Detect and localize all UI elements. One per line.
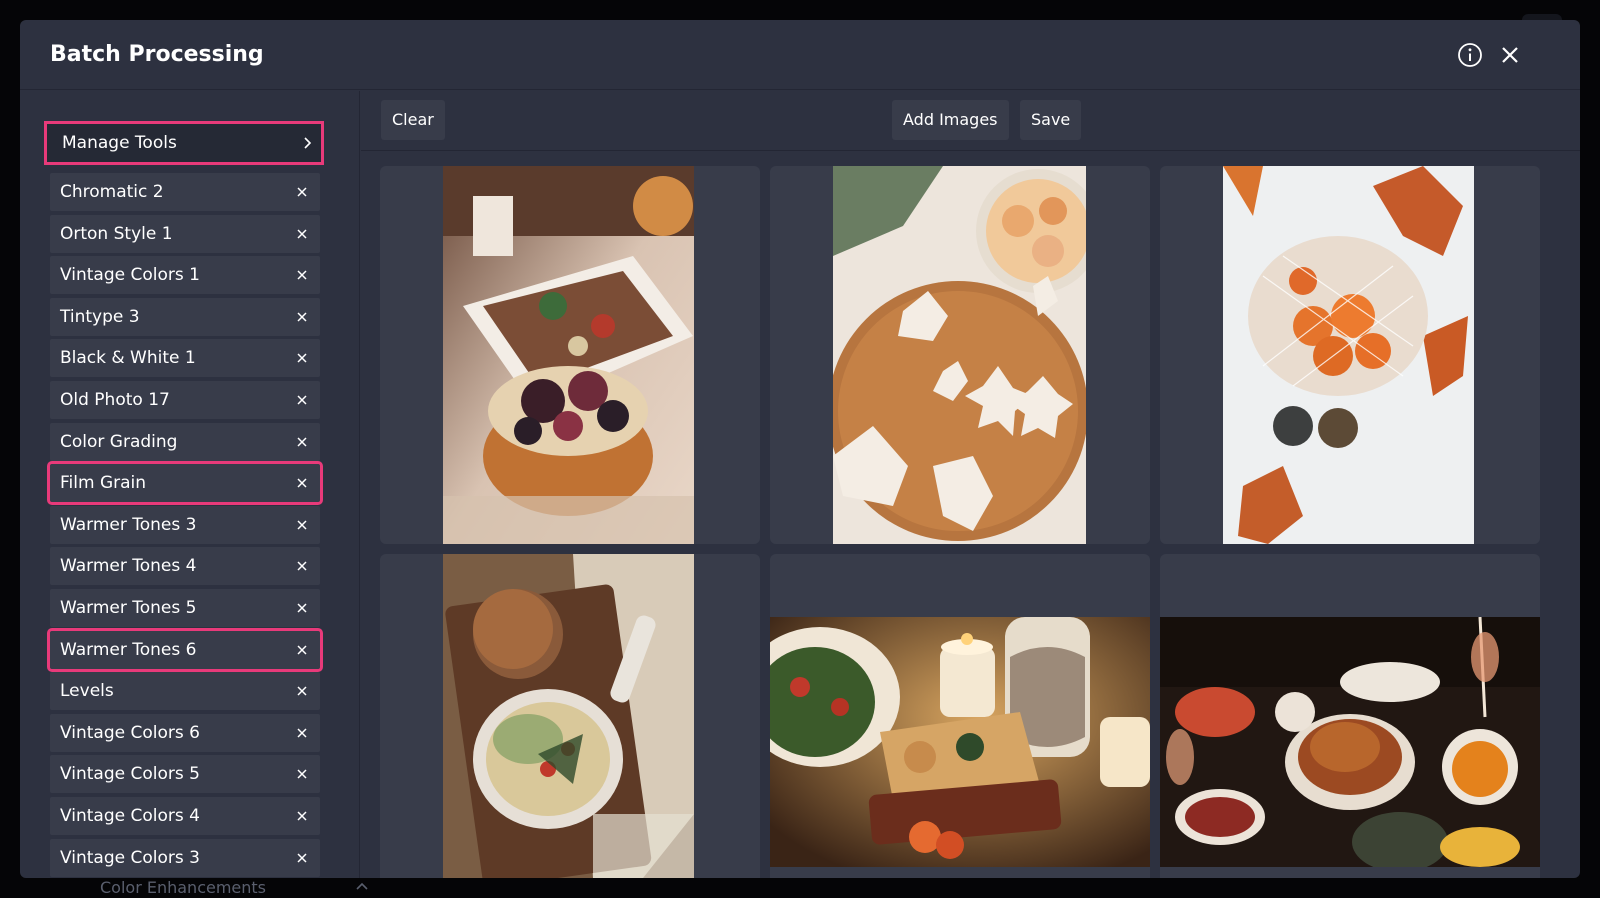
tool-item[interactable]: Vintage Colors 1 [50,256,320,295]
tool-item[interactable]: Warmer Tones 6 [47,627,323,672]
candlelit-dinner-photo [770,617,1150,867]
tool-item-label: Vintage Colors 5 [60,764,200,785]
tool-item[interactable]: Old Photo 17 [50,381,320,419]
tool-item-label: Warmer Tones 5 [60,598,197,618]
tool-item[interactable]: Warmer Tones 5 [50,589,320,627]
tool-item[interactable]: Vintage Colors 5 [50,755,320,794]
main-panel: Clear Add Images Save [361,91,1580,878]
toolbar: Clear Add Images Save [361,91,1580,151]
chevron-right-icon [304,137,312,149]
tool-item-label: Warmer Tones 6 [60,639,197,660]
remove-tool-icon[interactable] [296,394,308,406]
tangerines-in-snow-photo [1223,166,1474,544]
image-card[interactable] [770,166,1150,544]
remove-tool-icon[interactable] [296,810,308,822]
modal-title: Batch Processing [50,42,264,67]
tool-item[interactable]: Vintage Colors 4 [50,797,320,835]
remove-tool-icon[interactable] [296,228,308,240]
tool-item-label: Warmer Tones 4 [60,556,197,577]
tool-item-label: Warmer Tones 3 [60,514,197,535]
fig-dessert-table-photo [443,166,694,544]
roast-chicken-feast-photo [1160,617,1540,867]
tool-item-label: Black & White 1 [60,348,196,369]
tool-item[interactable]: Chromatic 2 [50,173,320,211]
tool-item-label: Vintage Colors 4 [60,806,200,826]
remove-tool-icon[interactable] [296,352,308,364]
batch-processing-modal: Batch Processing Chromatic 2 Orton Style … [20,20,1580,878]
tool-item[interactable]: Orton Style 1 [50,214,320,253]
tool-item-label: Vintage Colors 6 [60,722,200,743]
tool-item-label: Orton Style 1 [60,223,173,244]
remove-tool-icon[interactable] [296,644,308,656]
tool-item[interactable]: Film Grain [47,461,323,506]
tool-item-label: Vintage Colors 3 [60,847,200,868]
tool-item-label: Tintype 3 [60,306,140,327]
tools-sidebar: Chromatic 2 Orton Style 1 Vintage Colors 1… [20,91,360,878]
tool-item-label: Film Grain [60,473,147,494]
remove-tool-icon[interactable] [296,852,308,864]
tool-item[interactable]: Vintage Colors 6 [50,713,320,752]
tool-item-label: Old Photo 17 [60,390,170,410]
tool-item[interactable]: Color Grading [50,422,320,461]
tool-item-label: Chromatic 2 [60,182,164,202]
remove-tool-icon[interactable] [296,519,308,531]
add-images-button[interactable]: Add Images [892,100,1009,140]
info-icon[interactable] [1457,42,1483,68]
image-card[interactable] [380,166,760,544]
remove-tool-icon[interactable] [296,186,308,198]
close-icon[interactable] [1497,42,1523,68]
modal-header: Batch Processing [20,20,1580,90]
tool-item-label: Color Grading [60,431,178,452]
remove-tool-icon[interactable] [296,311,308,323]
tool-item[interactable]: Warmer Tones 4 [50,547,320,586]
remove-tool-icon[interactable] [296,269,308,281]
tool-item-label: Vintage Colors 1 [60,265,200,286]
tool-item[interactable]: Levels [50,672,320,711]
soup-bowl-photo [443,554,694,878]
remove-tool-icon[interactable] [296,768,308,780]
remove-tool-icon[interactable] [296,560,308,572]
image-card[interactable] [380,554,760,878]
remove-tool-icon[interactable] [296,727,308,739]
background-section-label: Color Enhancements [100,878,267,897]
tool-item[interactable]: Black & White 1 [50,339,320,378]
remove-tool-icon[interactable] [296,477,308,489]
save-button[interactable]: Save [1020,100,1082,140]
remove-tool-icon[interactable] [296,685,308,697]
image-card[interactable] [1160,166,1540,544]
chevron-up-icon [356,882,368,890]
tool-item[interactable]: Vintage Colors 3 [50,838,320,877]
manage-tools-button[interactable]: Manage Tools [44,121,324,165]
gingerbread-cookies-photo [833,166,1086,544]
image-card[interactable] [1160,554,1540,878]
clear-button[interactable]: Clear [381,100,445,140]
manage-tools-label: Manage Tools [62,133,177,153]
tool-item[interactable]: Warmer Tones 3 [50,505,320,544]
remove-tool-icon[interactable] [296,436,308,448]
remove-tool-icon[interactable] [296,602,308,614]
tool-item-label: Levels [60,681,114,702]
tool-item[interactable]: Tintype 3 [50,297,320,336]
image-card[interactable] [770,554,1150,878]
